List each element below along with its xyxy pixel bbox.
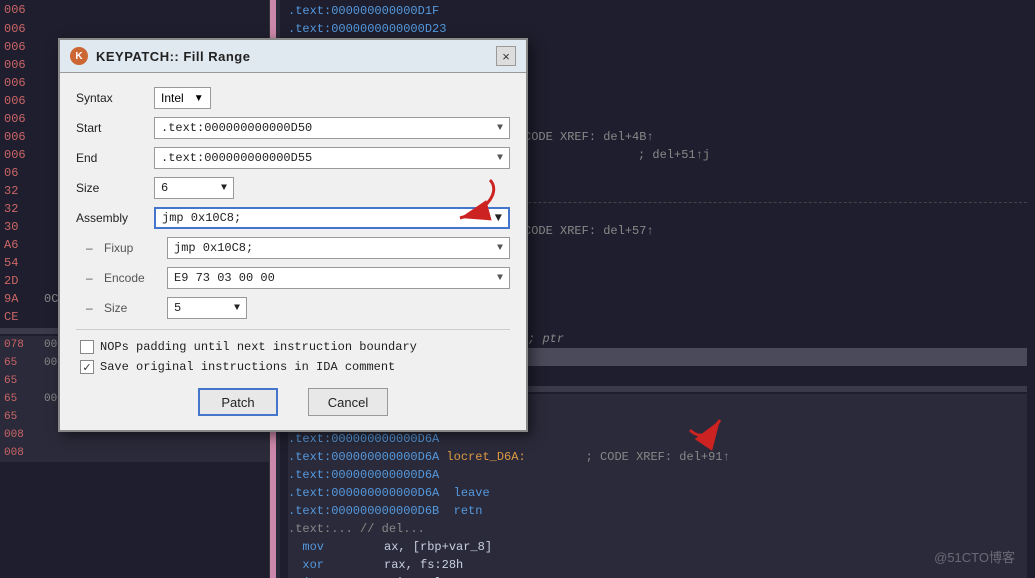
encode-dropdown-arrow-icon: ▼	[497, 273, 503, 284]
size2-value: 5	[174, 301, 181, 315]
dialog-body: Syntax Intel ▼ Start .text:000000000000D…	[60, 73, 526, 430]
nops-checkbox-row[interactable]: NOPs padding until next instruction boun…	[76, 340, 510, 354]
encode-label: Encode	[104, 271, 159, 285]
fixup-dropdown-arrow-icon: ▼	[497, 243, 503, 254]
size2-label: Size	[104, 301, 159, 315]
assembly-label: Assembly	[76, 211, 146, 225]
button-row: Patch Cancel	[76, 380, 510, 420]
assembly-dropdown-arrow-icon: ▼	[495, 211, 502, 225]
fixup-label: Fixup	[104, 241, 159, 255]
dialog-title: KEYPATCH:: Fill Range	[96, 49, 488, 64]
start-input[interactable]: .text:000000000000D50 ▼	[154, 117, 510, 139]
dialog-app-icon: K	[70, 47, 88, 65]
fixup-value: jmp 0x10C8;	[174, 241, 253, 255]
end-dropdown-arrow-icon: ▼	[497, 153, 503, 164]
save-checkbox-row[interactable]: Save original instructions in IDA commen…	[76, 360, 510, 374]
end-label: End	[76, 151, 146, 165]
syntax-value: Intel	[161, 91, 184, 105]
start-label: Start	[76, 121, 146, 135]
dialog-titlebar[interactable]: K KEYPATCH:: Fill Range ×	[60, 40, 526, 73]
start-value: .text:000000000000D50	[161, 121, 312, 135]
start-dropdown-arrow-icon: ▼	[497, 123, 503, 134]
size-input[interactable]: 6 ▼	[154, 177, 234, 199]
watermark: @51CTO博客	[934, 547, 1015, 566]
cancel-button[interactable]: Cancel	[308, 388, 388, 416]
save-checkbox[interactable]	[80, 360, 94, 374]
assembly-row: Assembly jmp 0x10C8; ▼	[76, 207, 510, 229]
save-label: Save original instructions in IDA commen…	[100, 360, 395, 374]
nops-label: NOPs padding until next instruction boun…	[100, 340, 417, 354]
keypatch-dialog: K KEYPATCH:: Fill Range × Syntax Intel ▼…	[58, 38, 528, 432]
assembly-input[interactable]: jmp 0x10C8; ▼	[154, 207, 510, 229]
end-value: .text:000000000000D55	[161, 151, 312, 165]
size-value: 6	[161, 181, 168, 195]
encode-value: E9 73 03 00 00	[174, 271, 275, 285]
end-row: End .text:000000000000D55 ▼	[76, 147, 510, 169]
fixup-row: – Fixup jmp 0x10C8; ▼	[76, 237, 510, 259]
end-input[interactable]: .text:000000000000D55 ▼	[154, 147, 510, 169]
size-arrow-icon: ▼	[221, 183, 227, 194]
close-button[interactable]: ×	[496, 46, 516, 66]
size2-row: – Size 5 ▼	[76, 297, 510, 319]
fixup-input[interactable]: jmp 0x10C8; ▼	[167, 237, 510, 259]
encode-input[interactable]: E9 73 03 00 00 ▼	[167, 267, 510, 289]
syntax-arrow-icon: ▼	[194, 93, 204, 104]
patch-button[interactable]: Patch	[198, 388, 278, 416]
size-label: Size	[76, 181, 146, 195]
nops-checkbox[interactable]	[80, 340, 94, 354]
start-row: Start .text:000000000000D50 ▼	[76, 117, 510, 139]
syntax-row: Syntax Intel ▼	[76, 87, 510, 109]
assembly-value: jmp 0x10C8;	[162, 211, 241, 225]
syntax-dropdown[interactable]: Intel ▼	[154, 87, 211, 109]
size2-arrow-icon: ▼	[234, 303, 240, 314]
size2-dash: –	[86, 301, 96, 315]
syntax-label: Syntax	[76, 91, 146, 105]
size2-input[interactable]: 5 ▼	[167, 297, 247, 319]
fixup-dash: –	[86, 241, 96, 255]
size-row: Size 6 ▼	[76, 177, 510, 199]
encode-dash: –	[86, 271, 96, 285]
separator	[76, 329, 510, 330]
encode-row: – Encode E9 73 03 00 00 ▼	[76, 267, 510, 289]
